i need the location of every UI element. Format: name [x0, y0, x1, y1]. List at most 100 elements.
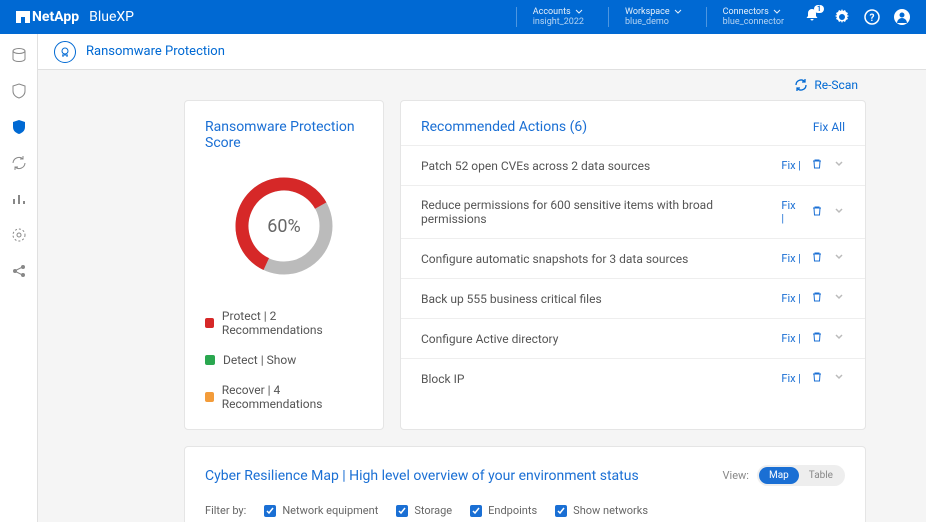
user-icon[interactable]	[894, 9, 910, 25]
expand-button[interactable]	[833, 371, 845, 386]
delete-button[interactable]	[811, 158, 823, 173]
accounts-menu[interactable]: Accounts insight_2022	[516, 7, 584, 27]
action-row: Patch 52 open CVEs across 2 data sources…	[401, 145, 865, 185]
brand: NetApp BlueXP	[16, 9, 134, 25]
delete-button[interactable]	[811, 251, 823, 266]
action-text: Patch 52 open CVEs across 2 data sources	[421, 159, 650, 173]
sidebar-item-sync[interactable]	[10, 154, 28, 172]
filter-checkbox[interactable]: Storage	[396, 504, 452, 517]
filter-checkbox[interactable]: Network equipment	[264, 504, 378, 517]
delete-button[interactable]	[811, 291, 823, 306]
legend-protect[interactable]: Protect | 2 Recommendations	[205, 309, 363, 337]
fix-button[interactable]: Fix |	[781, 372, 801, 385]
action-text: Reduce permissions for 600 sensitive ite…	[421, 198, 781, 226]
filter-label-text: Storage	[414, 504, 452, 517]
delete-button[interactable]	[811, 205, 823, 220]
expand-button[interactable]	[833, 291, 845, 306]
chevron-down-icon	[833, 331, 845, 343]
fix-button[interactable]: Fix |	[781, 252, 801, 265]
expand-button[interactable]	[833, 158, 845, 173]
score-donut-chart: 60%	[229, 171, 339, 281]
sidebar-item-ransomware[interactable]	[10, 118, 28, 136]
view-map-button[interactable]: Map	[759, 467, 799, 484]
fix-button[interactable]: Fix |	[781, 292, 801, 305]
action-row: Back up 555 business critical files Fix |	[401, 278, 865, 318]
refresh-icon	[794, 78, 808, 92]
sidebar-item-share[interactable]	[10, 262, 28, 280]
map-card: Cyber Resilience Map | High level overvi…	[184, 446, 866, 522]
legend-recover[interactable]: Recover | 4 Recommendations	[205, 383, 363, 411]
sidebar-item-settings[interactable]	[10, 226, 28, 244]
page-header: Ransomware Protection	[0, 34, 926, 70]
action-text: Block IP	[421, 372, 464, 386]
trash-icon	[811, 331, 823, 343]
rescan-button[interactable]: Re-Scan	[794, 78, 858, 92]
action-text: Configure Active directory	[421, 332, 558, 346]
page-title: Ransomware Protection	[86, 44, 225, 59]
chevron-down-icon	[773, 8, 781, 16]
filter-checkbox[interactable]: Endpoints	[470, 504, 537, 517]
chevron-down-icon	[575, 8, 583, 16]
topbar: NetApp BlueXP Accounts insight_2022 Work…	[0, 0, 926, 34]
checkbox-icon	[470, 505, 482, 517]
action-row: Reduce permissions for 600 sensitive ite…	[401, 185, 865, 238]
brand-company: NetApp	[32, 9, 79, 25]
legend-detect[interactable]: Detect | Show	[205, 353, 363, 367]
filter-row: Filter by: Network equipment Storage Endpo…	[205, 504, 845, 517]
help-icon[interactable]: ?	[864, 9, 880, 25]
sidebar-item-protection[interactable]	[10, 82, 28, 100]
connectors-menu[interactable]: Connectors blue_connector	[706, 7, 784, 27]
score-title: Ransomware Protection Score	[205, 119, 363, 151]
gear-icon[interactable]	[834, 9, 850, 25]
action-row: Block IP Fix |	[401, 358, 865, 402]
sidebar	[0, 34, 38, 522]
svg-text:?: ?	[870, 13, 875, 24]
trash-icon	[811, 291, 823, 303]
brand-product: BlueXP	[89, 9, 134, 25]
delete-button[interactable]	[811, 371, 823, 386]
view-toggle: View: Map Table	[723, 465, 845, 486]
expand-button[interactable]	[833, 331, 845, 346]
filter-checkbox[interactable]: Show networks	[555, 504, 648, 517]
action-row: Configure automatic snapshots for 3 data…	[401, 238, 865, 278]
delete-button[interactable]	[811, 331, 823, 346]
chevron-down-icon	[674, 8, 682, 16]
action-text: Back up 555 business critical files	[421, 292, 602, 306]
chevron-down-icon	[833, 291, 845, 303]
filter-label-text: Endpoints	[488, 504, 537, 517]
chevron-down-icon	[833, 251, 845, 263]
chevron-down-icon	[833, 371, 845, 383]
filter-label: Filter by:	[205, 504, 246, 517]
fix-button[interactable]: Fix |	[781, 199, 801, 225]
map-title: Cyber Resilience Map | High level overvi…	[205, 468, 639, 484]
trash-icon	[811, 251, 823, 263]
chevron-down-icon	[833, 205, 845, 217]
checkbox-icon	[264, 505, 276, 517]
actions-card: Recommended Actions (6) Fix All Patch 52…	[400, 100, 866, 430]
score-card: Ransomware Protection Score 60% Protect …	[184, 100, 384, 430]
score-percent: 60%	[229, 171, 339, 281]
expand-button[interactable]	[833, 205, 845, 220]
content: Re-Scan Ransomware Protection Score 60% …	[38, 70, 926, 522]
trash-icon	[811, 158, 823, 170]
fix-all-button[interactable]: Fix All	[813, 120, 845, 134]
ransomware-icon	[54, 41, 76, 63]
checkbox-icon	[555, 505, 567, 517]
action-text: Configure automatic snapshots for 3 data…	[421, 252, 688, 266]
action-row: Configure Active directory Fix |	[401, 318, 865, 358]
view-table-button[interactable]: Table	[799, 467, 843, 484]
notification-badge: 1	[814, 5, 824, 13]
fix-button[interactable]: Fix |	[781, 159, 801, 172]
sidebar-item-reports[interactable]	[10, 190, 28, 208]
netapp-logo: NetApp	[16, 9, 79, 25]
workspace-menu[interactable]: Workspace blue_demo	[608, 7, 682, 27]
filter-label-text: Network equipment	[282, 504, 378, 517]
sidebar-item-storage[interactable]	[10, 46, 28, 64]
notifications-button[interactable]: 1	[804, 7, 820, 27]
chevron-down-icon	[833, 158, 845, 170]
trash-icon	[811, 205, 823, 217]
trash-icon	[811, 371, 823, 383]
fix-button[interactable]: Fix |	[781, 332, 801, 345]
checkbox-icon	[396, 505, 408, 517]
expand-button[interactable]	[833, 251, 845, 266]
